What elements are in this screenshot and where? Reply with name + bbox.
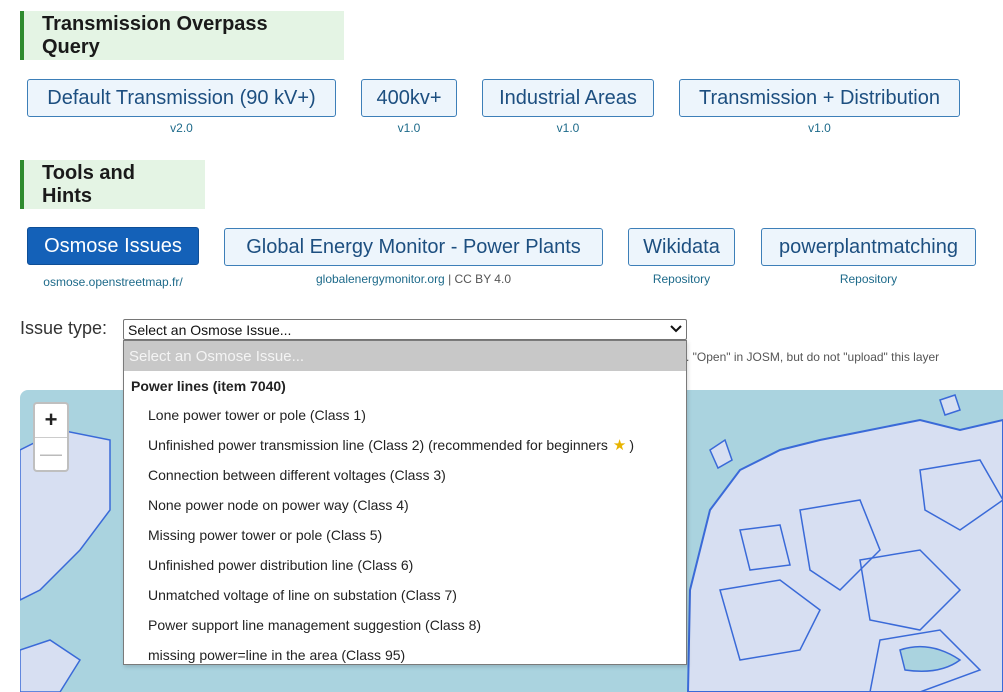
chevron-down-icon [670,324,682,336]
dropdown-option[interactable]: Unmatched voltage of line on substation … [124,580,686,610]
wikidata-button[interactable]: Wikidata [628,228,735,266]
global-energy-monitor-button[interactable]: Global Energy Monitor - Power Plants [224,228,603,266]
issue-type-select[interactable]: Select an Osmose Issue... [123,319,687,340]
button-group-powerplantmatching: powerplantmatching Repository [761,228,976,286]
powerplantmatching-button[interactable]: powerplantmatching [761,228,976,266]
wikidata-repository-link[interactable]: Repository [653,272,710,286]
version-label: v2.0 [170,121,193,135]
dropdown-option[interactable]: Missing power tower or pole (Class 5) [124,520,686,550]
dropdown-option-label: Unfinished power transmission line (Clas… [148,437,608,453]
dropdown-option[interactable]: None power node on power way (Class 4) [124,490,686,520]
dropdown-option-suffix: ) [629,437,634,453]
page: Transmission Overpass Query Default Tran… [0,0,1003,692]
button-group-industrial: Industrial Areas v1.0 [482,79,654,135]
dropdown-option[interactable]: Unfinished power distribution line (Clas… [124,550,686,580]
button-group-transmission-distribution: Transmission + Distribution v1.0 [679,79,960,135]
button-group-400kv: 400kv+ v1.0 [361,79,457,135]
version-label: v1.0 [808,121,831,135]
issue-type-dropdown: Select an Osmose Issue... Power lines (i… [123,340,687,665]
powerplantmatching-repository-link[interactable]: Repository [840,272,897,286]
dropdown-option[interactable]: Lone power tower or pole (Class 1) [124,400,686,430]
osmose-issues-button[interactable]: Osmose Issues [27,227,199,265]
zoom-control: + — [33,402,69,472]
issue-type-selected-value: Select an Osmose Issue... [128,321,292,338]
dropdown-option[interactable]: Connection between different voltages (C… [124,460,686,490]
button-group-osmose: Osmose Issues osmose.openstreetmap.fr/ [27,227,199,289]
star-icon: ★ [612,437,627,454]
button-group-wikidata: Wikidata Repository [628,228,735,286]
default-transmission-button[interactable]: Default Transmission (90 kV+) [27,79,336,117]
gem-link[interactable]: globalenergymonitor.org [316,272,445,286]
issue-type-label: Issue type: [20,318,108,338]
zoom-in-button[interactable]: + [35,404,67,437]
section-header-transmission: Transmission Overpass Query [20,11,344,60]
josm-hint: . "Open" in JOSM, but do not "upload" th… [686,350,940,364]
dropdown-group-label: Power lines (item 7040) [131,378,286,394]
dropdown-option[interactable]: Power support line management suggestion… [124,610,686,640]
zoom-out-button[interactable]: — [35,436,67,471]
dropdown-option[interactable]: missing power=line in the area (Class 95… [124,640,686,670]
transmission-distribution-button[interactable]: Transmission + Distribution [679,79,960,117]
button-group-default-transmission: Default Transmission (90 kV+) v2.0 [27,79,336,135]
dropdown-option-recommended[interactable]: Unfinished power transmission line (Clas… [124,430,686,460]
osmose-link[interactable]: osmose.openstreetmap.fr/ [43,275,182,289]
400kv-button[interactable]: 400kv+ [361,79,457,117]
industrial-areas-button[interactable]: Industrial Areas [482,79,654,117]
section-header-tools: Tools and Hints [20,160,205,209]
gem-license: | CC BY 4.0 [444,272,511,286]
dropdown-placeholder-option[interactable]: Select an Osmose Issue... [124,341,686,371]
version-label: v1.0 [397,121,421,135]
gem-source-line: globalenergymonitor.org | CC BY 4.0 [316,272,511,286]
button-group-gem: Global Energy Monitor - Power Plants glo… [224,228,603,286]
version-label: v1.0 [556,121,580,135]
